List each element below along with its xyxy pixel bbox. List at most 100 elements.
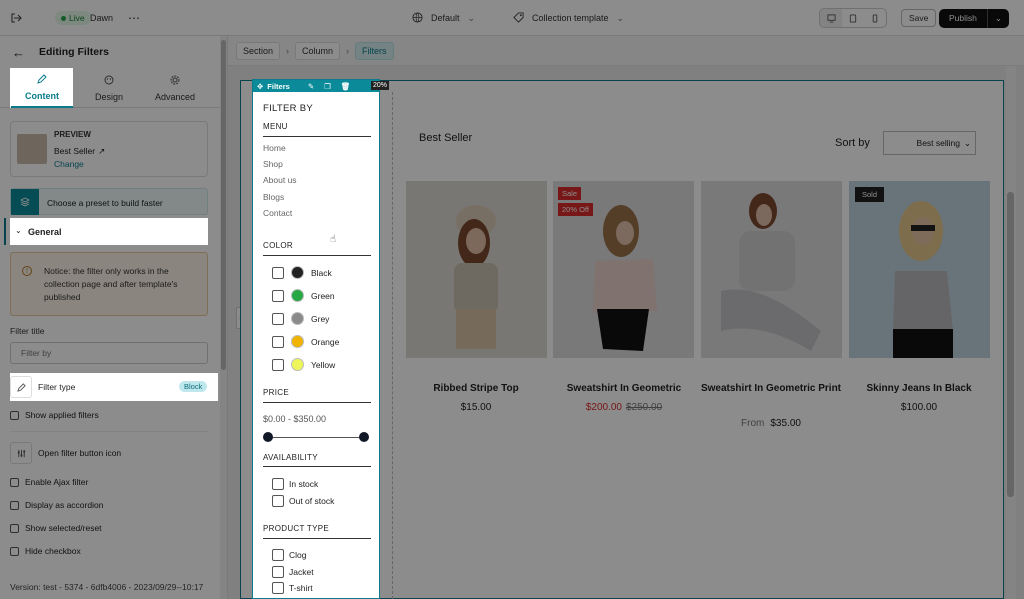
show-selected-checkbox[interactable]: Show selected/reset xyxy=(10,523,102,533)
mouse-cursor-icon: ☝ xyxy=(330,234,337,245)
open-filter-icon-row[interactable]: Open filter button icon xyxy=(10,442,121,464)
product-price-4: $100.00 xyxy=(900,402,938,413)
canvas-scrollbar-thumb[interactable] xyxy=(1007,192,1014,497)
publish-button[interactable]: Publish ⌄ xyxy=(939,0,1010,36)
settings-panel: ← Editing Filters Content Design Advance… xyxy=(0,36,228,599)
overlay xyxy=(252,66,380,79)
product-title-4[interactable]: Skinny Jeans In Black xyxy=(844,381,994,396)
trash-icon[interactable]: 🗑 xyxy=(341,82,351,91)
preview-link[interactable]: Best Seller ↗ xyxy=(54,146,105,157)
menu-item-about[interactable]: About us xyxy=(263,175,297,185)
breadcrumb-filters[interactable]: Filters xyxy=(355,41,394,60)
menu-item-home[interactable]: Home xyxy=(263,143,286,153)
palette-icon xyxy=(104,75,114,87)
discount-badge: 20% Off xyxy=(558,203,593,216)
preview-thumbnail xyxy=(17,134,47,164)
accordion-checkbox[interactable]: Display as accordion xyxy=(10,500,103,510)
tab-design[interactable]: Design xyxy=(78,68,140,108)
product-title-2[interactable]: Sweatshirt In Geometric xyxy=(549,381,699,396)
general-section-header[interactable]: ⌄ General xyxy=(4,218,208,245)
exit-icon[interactable] xyxy=(10,0,22,36)
pencil-icon xyxy=(37,73,47,86)
availability-in-stock[interactable]: In stock xyxy=(272,478,318,490)
tablet-icon[interactable] xyxy=(842,9,864,27)
swatch xyxy=(291,289,304,302)
color-heading: COLOR xyxy=(263,241,293,250)
layers-icon xyxy=(11,189,39,215)
menu-item-contact[interactable]: Contact xyxy=(263,208,292,218)
move-icon[interactable]: ✥ xyxy=(257,82,263,91)
panel-scrollbar-thumb[interactable] xyxy=(221,40,226,370)
tag-icon xyxy=(513,11,524,25)
sort-select[interactable]: Best selling ⌄ xyxy=(883,131,976,155)
enable-ajax-checkbox[interactable]: Enable Ajax filter xyxy=(10,477,88,487)
product-title-3[interactable]: Sweatshirt In Geometric Print xyxy=(696,381,846,396)
breadcrumb: Section › Column › Filters xyxy=(228,36,1024,66)
chevron-down-icon[interactable]: ⌄ xyxy=(988,13,1009,24)
preset-banner[interactable]: Choose a preset to build faster xyxy=(10,188,208,215)
sort-label: Sort by xyxy=(835,137,870,149)
product-type-tshirt[interactable]: T-shirt xyxy=(272,582,313,594)
price-heading: PRICE xyxy=(263,388,289,397)
divider xyxy=(263,402,371,403)
menu-item-blogs[interactable]: Blogs xyxy=(263,192,284,202)
live-badge: Live xyxy=(55,0,91,36)
external-link-icon: ↗ xyxy=(98,146,106,156)
price-range-text: $0.00 - $350.00 xyxy=(263,414,327,424)
price-slider-track xyxy=(267,437,365,438)
price-slider-max-handle[interactable] xyxy=(359,432,369,442)
filter-by-heading: FILTER BY xyxy=(263,103,314,114)
divider xyxy=(263,538,371,539)
product-type-clog[interactable]: Clog xyxy=(272,549,306,561)
divider xyxy=(263,255,371,256)
filter-type-row[interactable]: Filter type Block xyxy=(4,373,218,401)
availability-out-of-stock[interactable]: Out of stock xyxy=(272,495,334,507)
desktop-icon[interactable] xyxy=(820,9,842,27)
column-guide xyxy=(392,92,393,599)
menu-item-shop[interactable]: Shop xyxy=(263,159,283,169)
product-type-heading: PRODUCT TYPE xyxy=(263,524,329,533)
pencil-icon[interactable]: ✎ xyxy=(308,82,314,91)
breadcrumb-section[interactable]: Section xyxy=(236,41,281,60)
chevron-right-icon: › xyxy=(346,45,350,56)
hide-checkbox-checkbox[interactable]: Hide checkbox xyxy=(10,546,81,556)
save-button[interactable]: Save xyxy=(901,0,937,36)
template-selector[interactable]: Collection template ⌄ xyxy=(513,0,624,36)
tab-content[interactable]: Content xyxy=(11,68,73,108)
version-text: Version: test - 5374 - 6dfb4006 - 2023/0… xyxy=(10,582,204,592)
product-image-4[interactable]: Sold xyxy=(849,181,990,358)
sold-badge: Sold xyxy=(855,187,885,202)
duplicate-icon[interactable]: ❐ xyxy=(324,82,331,91)
top-bar: Live Dawn ⋯ Default ⌄ Collection templat… xyxy=(0,0,1024,36)
color-option-green[interactable]: Green xyxy=(272,289,335,302)
filters-block[interactable]: ✥ Filters ✎ ❐ 🗑 20% FILTER BY MENU Home … xyxy=(252,79,390,599)
ellipsis-icon[interactable]: ⋯ xyxy=(128,0,140,36)
change-link[interactable]: Change xyxy=(54,159,84,169)
filter-title-input[interactable] xyxy=(10,342,208,364)
show-applied-filters-checkbox[interactable]: Show applied filters xyxy=(10,410,99,420)
gear-icon xyxy=(170,75,180,87)
color-option-yellow[interactable]: Yellow xyxy=(272,358,335,371)
back-arrow-icon[interactable]: ← xyxy=(12,45,25,60)
info-icon: ! xyxy=(22,266,32,276)
price-slider-min-handle[interactable] xyxy=(263,432,273,442)
color-option-black[interactable]: Black xyxy=(272,266,332,279)
color-option-grey[interactable]: Grey xyxy=(272,312,329,325)
tab-advanced[interactable]: Advanced xyxy=(144,68,206,108)
menu-heading: MENU xyxy=(263,122,288,131)
product-image-3[interactable] xyxy=(701,181,842,358)
mobile-icon[interactable] xyxy=(864,9,886,27)
product-type-jacket[interactable]: Jacket xyxy=(272,566,314,578)
swatch xyxy=(291,312,304,325)
product-price-2: $200.00 $250.00 xyxy=(585,402,663,413)
product-image-1[interactable] xyxy=(406,181,547,358)
width-badge: 20% xyxy=(371,81,390,90)
product-image-2[interactable]: Sale 20% Off xyxy=(553,181,694,358)
breadcrumb-column[interactable]: Column xyxy=(295,41,341,60)
product-title-1[interactable]: Ribbed Stripe Top xyxy=(401,381,551,396)
notice-box: ! Notice: the filter only works in the c… xyxy=(10,252,208,316)
color-option-orange[interactable]: Orange xyxy=(272,335,339,348)
locale-selector[interactable]: Default ⌄ xyxy=(412,0,475,36)
globe-icon xyxy=(412,11,423,25)
sliders-icon xyxy=(10,442,32,464)
